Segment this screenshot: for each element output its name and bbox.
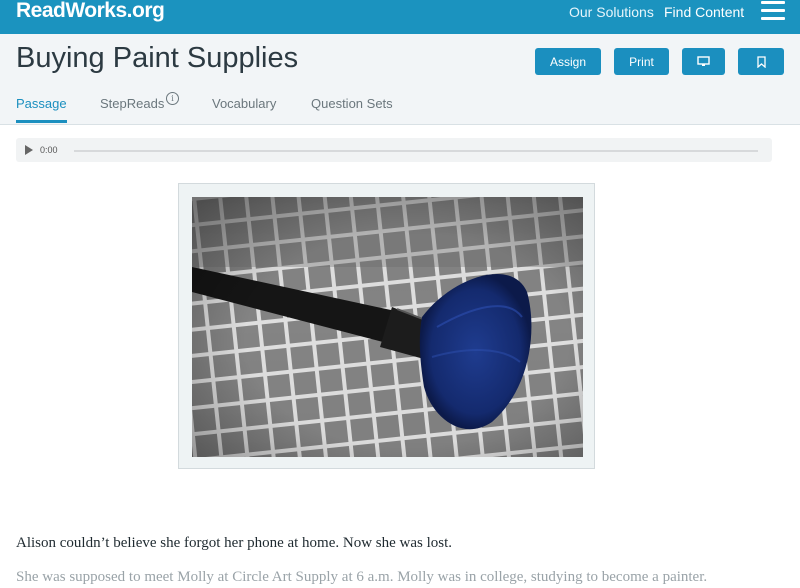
assign-button[interactable]: Assign bbox=[535, 48, 601, 75]
passage-paragraph: Alison couldn’t believe she forgot her p… bbox=[16, 535, 453, 551]
audio-player: 0:00 bbox=[16, 138, 772, 162]
top-navigation-bar: ReadWorks.org Our Solutions Find Content bbox=[0, 0, 800, 34]
tab-passage[interactable]: Passage bbox=[16, 96, 67, 111]
passage-image-frame bbox=[178, 183, 595, 469]
passage-header: Buying Paint Supplies Assign Print Passa… bbox=[0, 34, 800, 125]
bookmark-button[interactable] bbox=[738, 48, 784, 75]
tab-stepreads[interactable]: StepReads bbox=[100, 96, 164, 111]
tab-vocabulary[interactable]: Vocabulary bbox=[212, 96, 276, 111]
bookmark-icon bbox=[756, 55, 766, 68]
print-button[interactable]: Print bbox=[614, 48, 669, 75]
active-tab-indicator bbox=[16, 120, 67, 123]
page-title: Buying Paint Supplies bbox=[16, 42, 299, 74]
readworks-logo[interactable]: ReadWorks.org bbox=[16, 0, 165, 23]
play-icon[interactable] bbox=[25, 145, 33, 155]
passage-paragraph: She was supposed to meet Molly at Circle… bbox=[16, 569, 708, 585]
nav-find-content[interactable]: Find Content bbox=[664, 4, 744, 20]
info-icon[interactable]: i bbox=[166, 92, 179, 105]
nav-our-solutions[interactable]: Our Solutions bbox=[569, 4, 654, 20]
monitor-icon bbox=[697, 56, 710, 66]
audio-progress-track[interactable] bbox=[74, 150, 758, 152]
present-button[interactable] bbox=[682, 48, 725, 75]
audio-time: 0:00 bbox=[40, 145, 58, 155]
tab-question-sets[interactable]: Question Sets bbox=[311, 96, 393, 111]
hamburger-icon[interactable] bbox=[761, 1, 785, 21]
paintbrush-photo bbox=[192, 197, 583, 457]
